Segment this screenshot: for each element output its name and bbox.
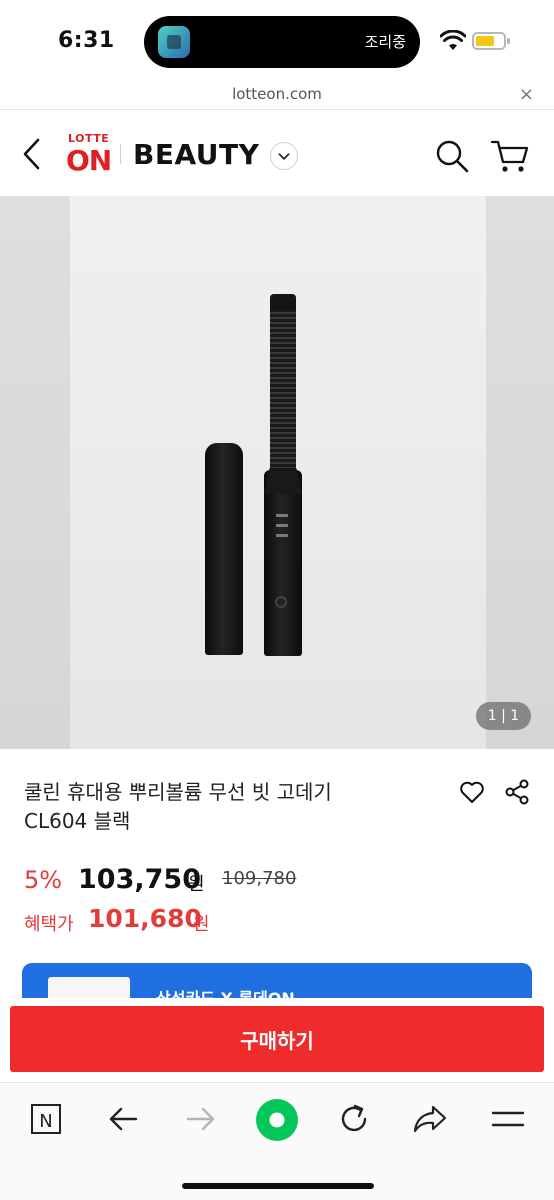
cart-icon[interactable] <box>490 138 530 174</box>
discount-rate: 5% <box>24 866 63 894</box>
divider <box>120 144 121 164</box>
product-comb-part <box>270 294 296 474</box>
original-price: 109,780 <box>222 868 297 889</box>
share-icon[interactable] <box>503 778 531 806</box>
chevron-left-icon[interactable] <box>18 136 48 172</box>
home-indicator <box>182 1183 374 1189</box>
power-button-icon <box>275 596 287 608</box>
status-bar: 6:31 조리중 <box>0 0 554 80</box>
product-title-line1: 쿨린 휴대용 뿌리볼륨 무선 빗 고데기 <box>24 780 332 804</box>
naver-label: N <box>39 1111 52 1132</box>
product-handle-tip <box>264 468 302 494</box>
prev-image-peek <box>0 196 70 749</box>
led-indicator <box>276 534 288 537</box>
battery-cap <box>507 38 510 44</box>
url-bar[interactable]: lotteon.com × <box>0 80 554 110</box>
product-title: 쿨린 휴대용 뿌리볼륨 무선 빗 고데기 CL604 블랙 <box>24 778 444 836</box>
app-icon <box>158 26 190 58</box>
heart-icon[interactable] <box>458 778 486 806</box>
share-arrow-icon[interactable] <box>408 1097 452 1141</box>
browser-toolbar: N <box>0 1082 554 1200</box>
product-comb-top <box>270 294 296 310</box>
benefit-price-label: 혜택가 <box>24 914 74 935</box>
reload-icon[interactable] <box>332 1097 376 1141</box>
product-title-line2: CL604 블랙 <box>24 809 131 833</box>
chevron-down-icon[interactable] <box>270 142 298 170</box>
dynamic-island[interactable]: 조리중 <box>144 16 420 68</box>
led-indicator <box>276 524 288 527</box>
green-dot-home-icon[interactable] <box>254 1097 300 1143</box>
url-text[interactable]: lotteon.com <box>0 85 554 103</box>
logo-on-text: ON <box>66 144 112 177</box>
search-icon[interactable] <box>434 138 470 174</box>
next-image-peek <box>486 196 554 749</box>
battery-icon <box>472 32 506 50</box>
product-handle-part <box>264 470 302 656</box>
sale-price: 103,750 <box>78 864 201 895</box>
menu-icon[interactable] <box>486 1097 530 1141</box>
price-unit: 원 <box>188 874 205 895</box>
site-header: LOTTE ON BEAUTY <box>0 110 554 196</box>
image-counter: 1 | 1 <box>476 702 531 730</box>
back-arrow-icon[interactable] <box>102 1097 146 1141</box>
naver-icon[interactable]: N <box>24 1097 68 1141</box>
activity-text: 조리중 <box>364 33 406 51</box>
benefit-price: 101,680 <box>88 904 202 933</box>
product-cap-part <box>205 443 243 655</box>
forward-arrow-icon[interactable] <box>178 1097 222 1141</box>
wifi-icon <box>440 30 466 50</box>
status-time: 6:31 <box>58 28 115 53</box>
brand-title[interactable]: BEAUTY <box>133 138 259 171</box>
led-indicator <box>276 514 288 517</box>
lotteon-logo[interactable]: LOTTE ON <box>64 132 116 177</box>
close-icon[interactable]: × <box>519 84 534 105</box>
purchase-bar: 구매하기 <box>0 998 554 1082</box>
buy-button[interactable]: 구매하기 <box>10 1006 544 1072</box>
benefit-price-unit: 원 <box>193 914 210 935</box>
